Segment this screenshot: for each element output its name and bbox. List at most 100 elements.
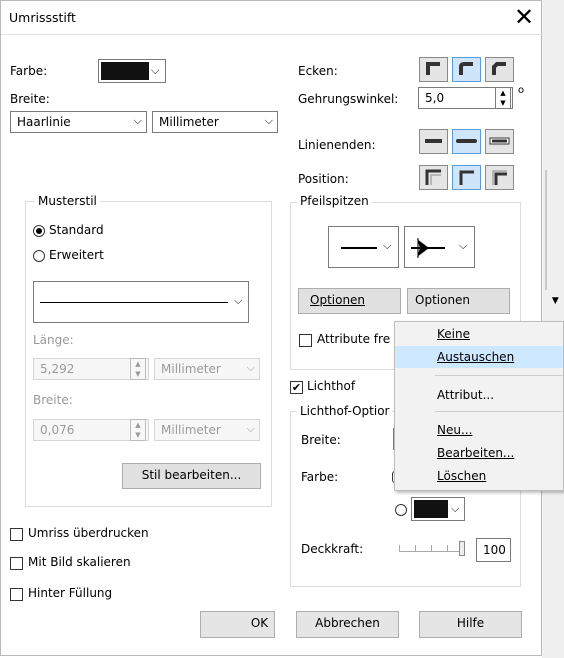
corner-miter-button[interactable] — [419, 57, 448, 82]
position-outside-button[interactable] — [419, 165, 448, 190]
farbe-label: Farbe: — [10, 64, 48, 78]
spin-down-icon: ▼ — [500, 99, 506, 107]
unit-select-value: Millimeter — [159, 115, 219, 129]
musterstil-group — [25, 201, 272, 507]
triangle-down-icon: ▼ — [551, 296, 559, 306]
laenge-unit-select[interactable]: Millimeter ⌵ — [154, 358, 260, 380]
position-label: Position: — [298, 172, 349, 186]
corner-bevel-button[interactable] — [485, 57, 514, 82]
stil-bearbeiten-label: Stil bearbeiten... — [141, 468, 242, 482]
menu-separator — [435, 375, 563, 376]
optionen-start-button[interactable]: Optionen ▼ — [298, 288, 451, 314]
chevron-down-icon: ⌵ — [264, 114, 273, 127]
spin-up-icon: ▲ — [135, 421, 141, 429]
umriss-ueberdrucken-checkbox[interactable] — [10, 528, 23, 541]
lichthof-optionen-title: Lichthof-Optior — [297, 404, 393, 418]
attribute-checkbox[interactable] — [299, 334, 312, 347]
chevron-down-icon: ⌵ — [383, 239, 392, 252]
menu-item-austauschen[interactable]: Austauschen — [395, 346, 563, 368]
abbrechen-label: Abbrechen — [315, 616, 380, 630]
end-arrow-select[interactable]: ⌵ — [404, 226, 475, 268]
deckkraft-label: Deckkraft: — [301, 542, 364, 556]
hinter-fuellung-checkbox[interactable] — [10, 588, 23, 601]
pfeilspitzen-title: Pfeilspitzen — [297, 194, 372, 208]
spin-down-icon: ▼ — [135, 431, 141, 439]
laenge-label: Länge: — [33, 333, 74, 347]
erweitert-radio[interactable] — [33, 250, 45, 262]
start-arrow-select[interactable]: ⌵ — [328, 226, 399, 268]
line-cap-round-button[interactable] — [452, 129, 481, 154]
menu-item-attribut[interactable]: Attribut... — [395, 384, 563, 406]
line-cap-round-icon — [456, 139, 477, 143]
menu-item-neu-label: Neu... — [437, 423, 473, 437]
umriss-ueberdrucken-label[interactable]: Umriss überdrucken — [28, 526, 149, 540]
line-style-preview — [40, 302, 228, 303]
width-select-value: Haarlinie — [17, 115, 71, 129]
optionen-end-button[interactable]: Optionen ▼ — [407, 288, 559, 314]
position-outside-icon — [425, 169, 441, 185]
slider-track — [399, 551, 465, 552]
laenge-spinner[interactable]: ▲ ▼ — [130, 358, 146, 380]
color-swatch — [101, 62, 149, 80]
hilfe-label: Hilfe — [456, 616, 485, 630]
spin-up-icon: ▲ — [135, 360, 141, 368]
background-scrollbar — [545, 170, 547, 290]
gehrungswinkel-value: 5,0 — [425, 91, 445, 105]
unit-select[interactable]: Millimeter ⌵ — [152, 111, 278, 133]
slider-tick — [415, 545, 416, 551]
slider-thumb[interactable] — [459, 541, 465, 556]
deckkraft-input[interactable]: 100 — [476, 538, 511, 562]
lichthof-color-radio[interactable] — [395, 504, 407, 516]
menu-item-neu[interactable]: Neu... — [395, 419, 563, 441]
menu-item-loeschen[interactable]: Löschen — [395, 465, 563, 487]
lichthof-label[interactable]: Lichthof — [307, 379, 355, 393]
laenge-unit-value: Millimeter — [161, 362, 221, 376]
abbrechen-button[interactable]: Abbrechen — [296, 611, 399, 638]
corner-bevel-icon — [492, 62, 506, 75]
line-cap-butt-icon — [425, 139, 442, 143]
menu-item-austauschen-label: Austauschen — [437, 350, 515, 364]
lichthof-color-swatch — [414, 500, 448, 518]
erweitert-label[interactable]: Erweitert — [49, 248, 104, 262]
lichthof-checkbox[interactable]: ✔ — [290, 381, 303, 394]
corner-round-button[interactable] — [452, 57, 481, 82]
standard-radio[interactable] — [33, 225, 45, 237]
line-cap-butt-button[interactable] — [419, 129, 448, 154]
deckkraft-slider[interactable] — [399, 541, 467, 557]
gehrungswinkel-spinner[interactable]: ▲ ▼ — [495, 87, 511, 109]
lichthof-color-picker[interactable]: ⌵ — [411, 497, 465, 521]
width-select[interactable]: Haarlinie ⌵ — [10, 111, 147, 133]
optionen-start-label: Optionen — [310, 293, 365, 307]
mit-bild-skalieren-label[interactable]: Mit Bild skalieren — [28, 555, 131, 569]
chevron-down-icon: ⌵ — [246, 361, 255, 374]
arrowhead-icon — [411, 238, 445, 258]
spin-down-icon: ▼ — [135, 370, 141, 378]
optionen-end-text: Optionen — [415, 293, 471, 307]
color-picker-button[interactable]: ⌵ — [98, 59, 166, 83]
standard-label[interactable]: Standard — [49, 223, 104, 237]
menu-item-keine[interactable]: Keine — [395, 323, 563, 345]
close-button[interactable]: ✕ — [510, 3, 538, 31]
title-bar: Umrissstift ✕ — [1, 1, 543, 35]
stil-bearbeiten-button[interactable]: Stil bearbeiten... — [122, 463, 261, 489]
slider-tick — [431, 545, 432, 551]
hilfe-button[interactable]: Hilfe — [419, 611, 522, 638]
corner-round-icon — [459, 62, 473, 75]
ok-button[interactable]: OK — [200, 611, 275, 638]
mit-bild-skalieren-checkbox[interactable] — [10, 557, 23, 570]
attribute-label[interactable]: Attribute fre — [317, 332, 390, 346]
line-style-select[interactable]: ⌵ — [33, 281, 249, 323]
hinter-fuellung-label[interactable]: Hinter Füllung — [28, 586, 112, 600]
stil-breite-unit-select[interactable]: Millimeter ⌵ — [154, 419, 260, 441]
musterstil-title: Musterstil — [35, 194, 100, 208]
line-cap-square-button[interactable] — [485, 129, 514, 154]
menu-item-bearbeiten[interactable]: Bearbeiten... — [395, 442, 563, 464]
position-center-button[interactable] — [452, 165, 481, 190]
optionen-start-text: Optionen — [310, 293, 366, 307]
ecken-label: Ecken: — [298, 64, 338, 78]
stil-breite-spinner[interactable]: ▲ ▼ — [130, 419, 146, 441]
position-inside-button[interactable] — [485, 165, 514, 190]
arrowhead-options-menu: Keine Austauschen Attribut... Neu... Bea… — [394, 321, 564, 491]
slider-tick — [399, 545, 400, 551]
chevron-down-icon: ⌵ — [459, 239, 468, 252]
